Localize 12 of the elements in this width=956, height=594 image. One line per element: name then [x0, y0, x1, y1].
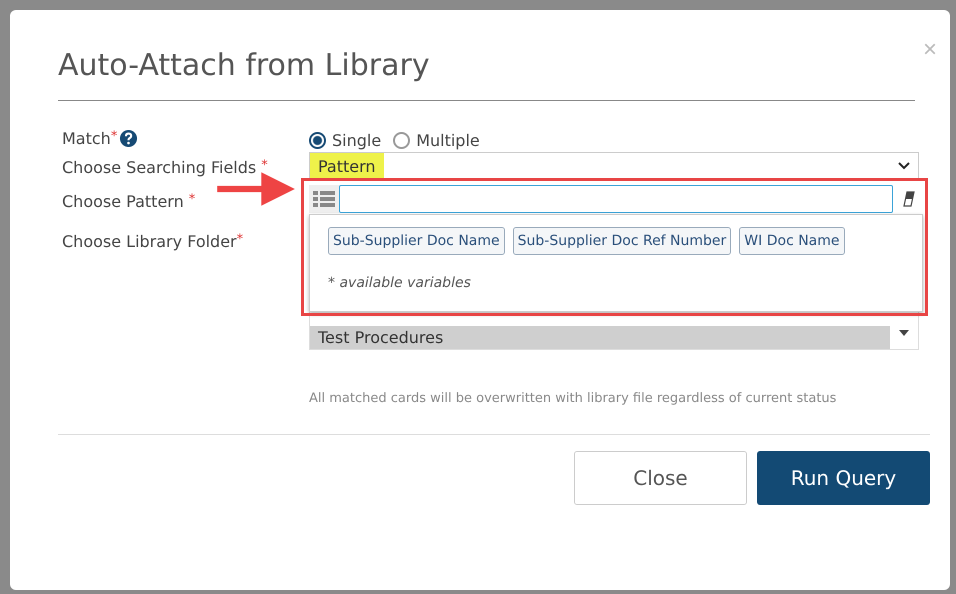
- required-mark: *: [261, 158, 268, 173]
- variables-note: * available variables: [328, 275, 472, 291]
- field-label: Choose Searching Fields: [62, 158, 256, 177]
- dialog-title: Auto-Attach from Library: [58, 46, 430, 82]
- required-mark: *: [110, 129, 118, 144]
- select-value: Pattern: [310, 152, 384, 180]
- field-label: Match: [62, 129, 111, 148]
- required-mark: *: [188, 192, 196, 207]
- field-label: Choose Library Folder: [62, 232, 237, 251]
- note-text: All matched cards will be overwritten with library file regardless of current status: [309, 390, 836, 406]
- field-label: Choose Pattern: [62, 192, 184, 211]
- required-mark: *: [236, 232, 244, 247]
